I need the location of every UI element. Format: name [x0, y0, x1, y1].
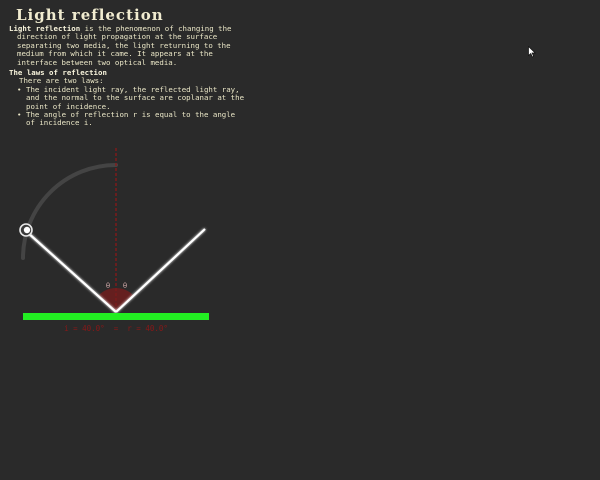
mirror-surface: [23, 313, 209, 320]
reflected-ray: [115, 228, 206, 313]
laws-list: The incident light ray, the reflected li…: [9, 85, 245, 128]
page-title: Light reflection: [16, 6, 164, 24]
incidence-angle-label: θ: [106, 282, 110, 290]
law-item-1: The incident light ray, the reflected li…: [17, 85, 245, 111]
definition-paragraph: Light reflection is the phenomenon of ch…: [9, 24, 245, 67]
reflection-diagram: θ θ i = 40.0° = r = 40.0°: [19, 148, 209, 333]
flashlight-icon[interactable]: [19, 223, 33, 237]
text-content: Light reflection is the phenomenon of ch…: [9, 24, 245, 128]
source-drag-arc[interactable]: [21, 163, 118, 260]
law-item-2: The angle of reflection r is equal to th…: [17, 110, 245, 128]
angle-readout: i = 40.0° = r = 40.0°: [64, 324, 168, 333]
incident-ray: [26, 231, 117, 313]
mouse-pointer-icon: [528, 46, 536, 58]
reflection-angle-label: θ: [123, 282, 127, 290]
